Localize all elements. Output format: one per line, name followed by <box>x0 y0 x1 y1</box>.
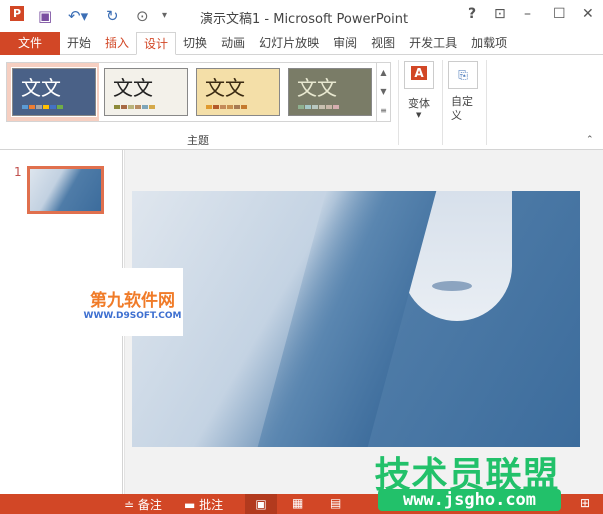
lips-image <box>432 281 472 291</box>
slide-size-icon: ⎘ <box>458 68 468 82</box>
color-swatch <box>319 105 325 109</box>
theme-color-swatches <box>298 105 339 109</box>
window-title: 演示文稿1 - Microsoft PowerPoint <box>200 12 409 27</box>
customize-qat-icon[interactable]: ▾ <box>162 10 167 21</box>
slide-canvas[interactable] <box>132 191 580 447</box>
color-swatch <box>305 105 311 109</box>
help-button[interactable]: ? <box>468 6 476 22</box>
color-swatch <box>220 105 226 109</box>
close-button[interactable]: ✕ <box>582 6 594 22</box>
scroll-up-icon[interactable]: ▲ <box>377 63 390 82</box>
gallery-scroll[interactable]: ▲ ▼ ≡ <box>376 63 390 121</box>
variants-label[interactable]: 变体 <box>408 95 430 111</box>
jsgho-watermark-url: www.jsgho.com <box>378 489 561 511</box>
variants-button[interactable]: A <box>404 61 434 89</box>
minimize-button[interactable]: – <box>524 6 531 22</box>
theme-option[interactable]: 文文 <box>103 67 189 117</box>
color-swatch <box>114 105 120 109</box>
notes-button[interactable]: ≐ 备注 <box>124 496 162 513</box>
theme-preview-text: 文文 <box>21 76 61 100</box>
tab-home[interactable]: 开始 <box>60 32 98 55</box>
hair-image <box>257 191 437 447</box>
theme-color-swatches <box>114 105 155 109</box>
color-swatch <box>128 105 134 109</box>
color-swatch <box>29 105 35 109</box>
tab-slideshow[interactable]: 幻灯片放映 <box>252 32 326 55</box>
comments-label: 批注 <box>199 498 224 512</box>
chevron-down-icon: ▼ <box>416 111 422 119</box>
powerpoint-logo-icon: P <box>10 6 25 21</box>
color-swatch <box>149 105 155 109</box>
comments-button[interactable]: ▬ 批注 <box>184 496 223 513</box>
ribbon: 文文 文文 文文 文文 ▲ ▼ ≡ 主题 A 变体 ▼ ⎘ 自定义 ⌃ <box>0 55 603 150</box>
theme-color-swatches <box>22 105 63 109</box>
reading-view-icon[interactable]: ▤ <box>330 496 341 510</box>
tab-file[interactable]: 文件 <box>0 32 60 55</box>
save-icon[interactable]: ▣ <box>38 7 52 25</box>
color-swatch <box>241 105 247 109</box>
color-swatch <box>57 105 63 109</box>
normal-view-icon[interactable]: ▣ <box>245 494 277 514</box>
theme-color-swatches <box>206 105 247 109</box>
tab-review[interactable]: 审阅 <box>326 32 364 55</box>
d9soft-name: 第九软件网 <box>90 291 175 311</box>
ribbon-tabs: 文件 开始 插入 设计 切换 动画 幻灯片放映 审阅 视图 开发工具 加载项 <box>0 32 603 55</box>
color-swatch <box>227 105 233 109</box>
color-swatch <box>43 105 49 109</box>
color-swatch <box>312 105 318 109</box>
gallery-more-icon[interactable]: ≡ <box>377 101 390 120</box>
notes-label: 备注 <box>137 498 162 512</box>
color-swatch <box>298 105 304 109</box>
color-swatch <box>326 105 332 109</box>
tab-insert[interactable]: 插入 <box>98 32 136 55</box>
customize-button[interactable]: ⎘ <box>448 61 478 89</box>
group-label-themes: 主题 <box>187 134 209 147</box>
theme-preview-text: 文文 <box>205 76 245 100</box>
maximize-button[interactable]: ☐ <box>553 6 566 22</box>
color-swatch <box>135 105 141 109</box>
fit-to-window-icon[interactable]: ⊞ <box>580 496 590 510</box>
theme-preview-text: 文文 <box>113 76 153 100</box>
tab-addins[interactable]: 加载项 <box>464 32 514 55</box>
collapse-ribbon-icon[interactable]: ⌃ <box>586 135 594 145</box>
theme-option[interactable]: 文文 <box>287 67 373 117</box>
ribbon-display-icon[interactable]: ⊡ <box>494 6 506 22</box>
slide-thumbnail[interactable] <box>27 166 104 214</box>
color-swatch <box>36 105 42 109</box>
color-swatch <box>121 105 127 109</box>
tab-transitions[interactable]: 切换 <box>176 32 214 55</box>
undo-icon[interactable]: ↶▾ <box>68 7 88 25</box>
tab-developer[interactable]: 开发工具 <box>402 32 464 55</box>
d9soft-watermark: 第九软件网 WWW.D9SOFT.COM <box>82 268 183 336</box>
theme-option[interactable]: 文文 <box>11 67 97 117</box>
color-swatch <box>213 105 219 109</box>
slideshow-icon[interactable]: ⊙ <box>136 7 149 25</box>
color-swatch <box>142 105 148 109</box>
color-swatch <box>206 105 212 109</box>
customize-label[interactable]: 自定义 <box>451 95 479 123</box>
tab-animations[interactable]: 动画 <box>214 32 252 55</box>
title-bar: P ▣ ↶▾ ↻ ⊙ ▾ 演示文稿1 - Microsoft PowerPoin… <box>0 0 603 32</box>
tab-view[interactable]: 视图 <box>364 32 402 55</box>
color-swatch <box>50 105 56 109</box>
slide-sorter-icon[interactable]: ▦ <box>292 496 303 510</box>
color-swatch <box>22 105 28 109</box>
scroll-down-icon[interactable]: ▼ <box>377 82 390 101</box>
d9soft-url: WWW.D9SOFT.COM <box>83 311 182 321</box>
theme-preview-text: 文文 <box>297 76 337 100</box>
theme-option[interactable]: 文文 <box>195 67 281 117</box>
color-swatch <box>234 105 240 109</box>
redo-icon[interactable]: ↻ <box>106 7 119 25</box>
variants-icon: A <box>411 66 427 80</box>
color-swatch <box>333 105 339 109</box>
tab-design[interactable]: 设计 <box>136 32 177 55</box>
slide-number: 1 <box>14 165 22 179</box>
